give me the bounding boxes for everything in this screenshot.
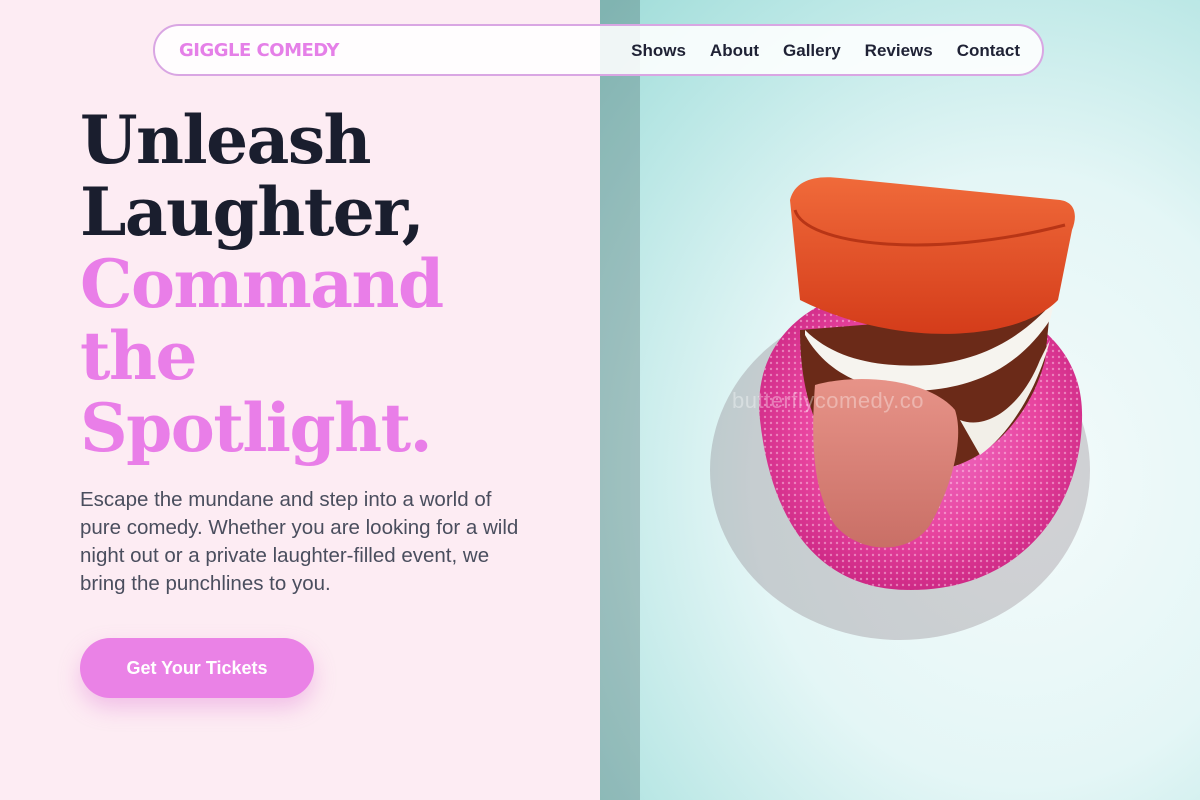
nav-link-reviews[interactable]: Reviews (865, 41, 933, 61)
nav-link-contact[interactable]: Contact (957, 41, 1020, 61)
hero-left-panel: Unleash Laughter, Command the Spotlight.… (0, 0, 600, 800)
nav-links: Shows About Gallery Reviews Contact (631, 41, 1020, 61)
top-navbar: GIGGLE COMEDY Shows About Gallery Review… (153, 24, 1044, 76)
image-edge-shadow (600, 0, 640, 800)
hero-description: Escape the mundane and step into a world… (80, 488, 519, 595)
brand-logo[interactable]: GIGGLE COMEDY (179, 40, 339, 61)
upper-gum (790, 177, 1075, 334)
hero-headline: Unleash Laughter, Command the Spotlight. (80, 104, 580, 464)
headline-line-4: the (80, 317, 197, 395)
headline-line-5: Spotlight. (80, 389, 433, 467)
nav-link-shows[interactable]: Shows (631, 41, 686, 61)
headline-line-3: Command (80, 245, 444, 323)
nav-link-about[interactable]: About (710, 41, 759, 61)
nav-link-gallery[interactable]: Gallery (783, 41, 841, 61)
headline-line-1: Unleash (80, 101, 372, 179)
image-watermark: butterflycomedy.co (732, 388, 925, 413)
hero-image: butterflycomedy.co (600, 0, 1200, 800)
get-tickets-button[interactable]: Get Your Tickets (80, 638, 314, 698)
headline-line-2: Laughter, (80, 173, 425, 251)
